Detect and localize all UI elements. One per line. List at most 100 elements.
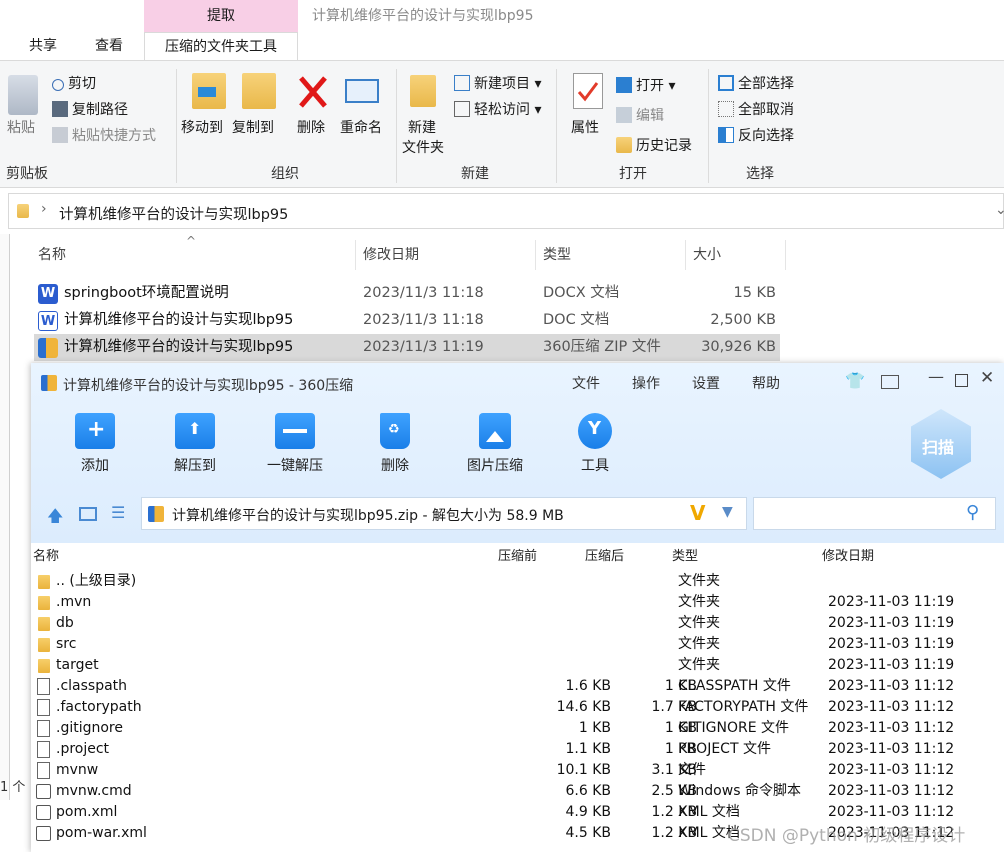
zip-list-row[interactable]: pom.xml 4.9 KB 1.2 KB XML 文档 2023-11-03 11:1…	[31, 802, 1004, 823]
one-click-extract-button[interactable]: 一键解压	[255, 413, 335, 475]
file-row[interactable]: W 计算机维修平台的设计与实现lbp95 2023/11/3 11:18 DOC…	[34, 307, 780, 334]
zip-cell-type: 文件夹	[678, 573, 720, 589]
scan-shield-icon[interactable]: 扫描	[911, 409, 971, 479]
zip-toolbar-area: 计算机维修平台的设计与实现lbp95 - 360压缩 文件 操作 设置 帮助 👕…	[31, 363, 1004, 543]
history-button[interactable]: 历史记录	[616, 135, 692, 155]
menu-help[interactable]: 帮助	[752, 373, 780, 393]
zip-path-bar[interactable]: 计算机维修平台的设计与实现lbp95.zip - 解包大小为 58.9 MB V…	[141, 497, 747, 530]
zip-cell-type: 文件夹	[678, 594, 720, 610]
zip-list-row[interactable]: .classpath 1.6 KB 1 KB CLASSPATH 文件 2023-11-…	[31, 676, 1004, 697]
feedback-icon[interactable]	[881, 375, 899, 389]
zcol-date[interactable]: 修改日期	[822, 547, 874, 567]
new-folder-button[interactable]: 新建	[408, 117, 436, 137]
copy-to-button[interactable]: 复制到	[232, 117, 274, 137]
column-name[interactable]: 名称	[38, 240, 66, 270]
zip-list-row[interactable]: .project 1.1 KB 1 KB PROJECT 文件 2023-11-03 1…	[31, 739, 1004, 760]
column-divider[interactable]	[785, 240, 786, 270]
file-row-selected[interactable]: 计算机维修平台的设计与实现lbp95 2023/11/3 11:19 360压缩…	[34, 334, 780, 361]
image-compress-button[interactable]: 图片压缩	[455, 413, 535, 475]
open-button[interactable]: 打开 ▾	[616, 75, 675, 95]
tab-share[interactable]: 共享	[14, 32, 72, 60]
address-bar[interactable]: › 计算机维修平台的设计与实现lbp95 ⌄	[8, 193, 1004, 229]
new-item-button[interactable]: 新建项目 ▾	[454, 73, 541, 93]
zip-list-row[interactable]: .gitignore 1 KB 1 KB GITIGNORE 文件 2023-11-03…	[31, 718, 1004, 739]
folder-icon	[38, 596, 50, 610]
zip-archive-icon	[38, 338, 58, 358]
cut-label: 剪切	[68, 76, 96, 92]
zip-list-row[interactable]: db 文件夹 2023-11-03 11:19	[31, 613, 1004, 634]
tab-compressed-folder-tools[interactable]: 压缩的文件夹工具	[144, 32, 298, 60]
tab-extract[interactable]: 提取	[144, 0, 298, 32]
zip-cell-orig: 1.1 KB	[565, 741, 612, 757]
extract-to-button[interactable]: ⬆ 解压到	[155, 413, 235, 475]
column-divider[interactable]	[685, 240, 686, 270]
menu-operation[interactable]: 操作	[632, 373, 660, 393]
breadcrumb-path[interactable]: 计算机维修平台的设计与实现lbp95	[59, 203, 288, 224]
zcol-comp[interactable]: 压缩后	[585, 547, 624, 567]
file-icon	[37, 762, 50, 779]
zcol-orig[interactable]: 压缩前	[498, 547, 537, 567]
list-view-icon[interactable]: ☰	[111, 503, 125, 522]
add-button[interactable]: + 添加	[55, 413, 135, 475]
chevron-down-icon[interactable]: ⌄	[995, 202, 1004, 218]
zip-list-row[interactable]: mvnw 10.1 KB 3.1 KB 文件 2023-11-03 11:12	[31, 760, 1004, 781]
paste-shortcut-button[interactable]: 粘贴快捷方式	[52, 125, 156, 145]
zip-list-row[interactable]: .mvn 文件夹 2023-11-03 11:19	[31, 592, 1004, 613]
copy-path-button[interactable]: 复制路径	[52, 99, 128, 119]
chevron-down-icon[interactable]: ▼	[722, 504, 733, 520]
column-divider[interactable]	[535, 240, 536, 270]
zip-cell-date: 2023-11-03 11:12	[828, 804, 955, 820]
up-arrow-icon[interactable]: 🡅	[47, 505, 63, 532]
move-to-button[interactable]: 移动到	[181, 117, 223, 137]
tools-button[interactable]: Y 工具	[555, 413, 635, 475]
zip-cell-type: 文件	[678, 762, 706, 778]
zip-list-row[interactable]: src 文件夹 2023-11-03 11:19	[31, 634, 1004, 655]
invert-selection-button[interactable]: 反向选择	[718, 125, 794, 145]
select-none-button[interactable]: 全部取消	[718, 99, 794, 119]
file-size: 15 KB	[733, 285, 776, 301]
rename-icon	[345, 79, 379, 103]
paste-button[interactable]: 粘贴	[7, 117, 35, 137]
edit-button[interactable]: 编辑	[616, 105, 664, 125]
menu-file[interactable]: 文件	[572, 373, 600, 393]
minimize-icon[interactable]: —	[928, 367, 944, 386]
column-type[interactable]: 类型	[543, 240, 571, 270]
zip-list-row[interactable]: mvnw.cmd 6.6 KB 2.5 KB Windows 命令脚本 2023-11-…	[31, 781, 1004, 802]
zip-list-row[interactable]: target 文件夹 2023-11-03 11:19	[31, 655, 1004, 676]
folder-icon	[38, 638, 50, 652]
column-size[interactable]: 大小	[693, 240, 721, 270]
navigation-pane[interactable]	[0, 234, 10, 800]
script-file-icon	[36, 784, 51, 799]
close-icon[interactable]: ✕	[980, 368, 994, 388]
skin-shirt-icon[interactable]: 👕	[845, 371, 865, 390]
delete-button[interactable]: ♻ 删除	[355, 413, 435, 475]
select-all-button[interactable]: 全部选择	[718, 73, 794, 93]
zcol-name[interactable]: 名称	[33, 547, 59, 567]
zip-list-row[interactable]: .. (上级目录) 文件夹	[31, 571, 1004, 592]
cut-button[interactable]: 剪切	[52, 73, 96, 93]
group-label-select: 选择	[746, 166, 774, 182]
script-file-icon	[36, 805, 51, 820]
delete-button[interactable]: 删除	[297, 117, 325, 137]
rename-button[interactable]: 重命名	[340, 117, 382, 137]
search-icon[interactable]: ⚲	[966, 502, 979, 523]
zcol-type[interactable]: 类型	[672, 547, 698, 567]
zip-cell-date: 2023-11-03 11:12	[828, 762, 955, 778]
zip-cell-name: .gitignore	[56, 720, 123, 736]
zip-cell-name: .project	[56, 741, 110, 757]
tab-view[interactable]: 查看	[80, 32, 138, 60]
properties-button[interactable]: 属性	[571, 117, 599, 137]
column-divider[interactable]	[355, 240, 356, 270]
menu-settings[interactable]: 设置	[692, 373, 720, 393]
v-logo-icon[interactable]: V	[690, 501, 705, 525]
window-title: 计算机维修平台的设计与实现lbp95	[312, 8, 534, 24]
zip-search-input[interactable]: ⚲	[753, 497, 996, 530]
new-folder-button-line2[interactable]: 文件夹	[402, 137, 444, 157]
column-date[interactable]: 修改日期	[363, 240, 419, 270]
zip-list-row[interactable]: .factorypath 14.6 KB 1.7 KB FACTORYPATH 文件 2…	[31, 697, 1004, 718]
thumbnail-view-icon[interactable]	[79, 507, 97, 521]
file-row[interactable]: W springboot环境配置说明 2023/11/3 11:18 DOCX …	[34, 280, 780, 307]
maximize-icon[interactable]	[955, 374, 968, 387]
zip-cell-date: 2023-11-03 11:12	[828, 678, 955, 694]
easy-access-button[interactable]: 轻松访问 ▾	[454, 99, 541, 119]
